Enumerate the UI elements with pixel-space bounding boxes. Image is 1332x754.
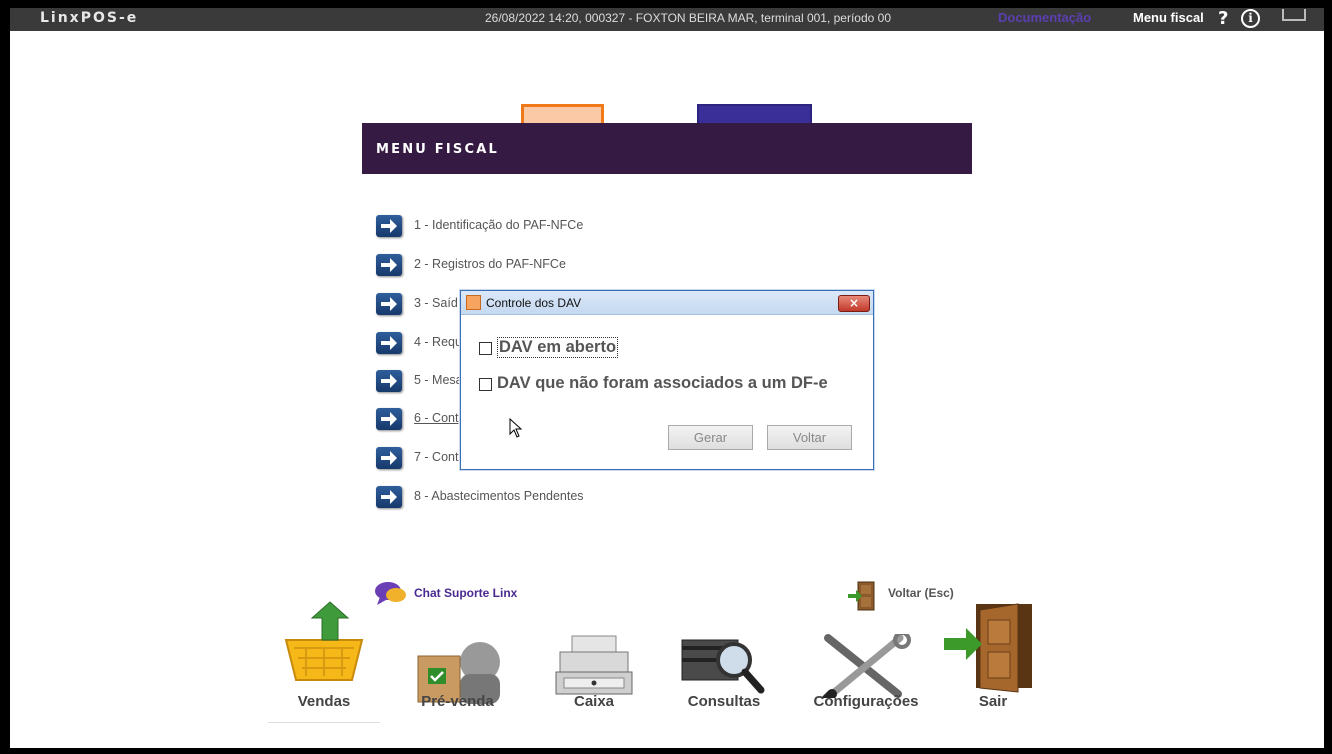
checkbox[interactable]: [479, 378, 492, 391]
voltar-button[interactable]: Voltar: [767, 425, 852, 450]
divider: [268, 722, 380, 723]
arrow-right-icon: [376, 293, 402, 315]
caixa-button[interactable]: Caixa: [544, 600, 644, 720]
menu-item-2[interactable]: 2 - Registros do PAF-NFCe: [376, 254, 936, 278]
app-logo: LinxPOS-e: [40, 10, 139, 26]
vendas-label: Vendas: [297, 693, 351, 710]
help-icon[interactable]: ?: [1218, 8, 1228, 29]
cash-register-icon: [555, 635, 633, 695]
menu-item-label: 5 - Mesa: [414, 373, 463, 387]
close-button[interactable]: ×: [838, 295, 870, 312]
checkbox-label[interactable]: DAV que não foram associados a um DF-e: [497, 374, 828, 393]
pre-venda-button[interactable]: Pré-venda: [400, 600, 515, 720]
checkbox[interactable]: [479, 342, 492, 355]
menu-item-label: 6 - Cont: [414, 411, 459, 425]
info-icon[interactable]: i: [1241, 9, 1260, 28]
screen: LinxPOS-e 26/08/2022 14:20, 000327 - FOX…: [10, 8, 1324, 748]
configuracoes-button[interactable]: Configurações: [802, 600, 930, 720]
arrow-right-icon: [376, 254, 402, 276]
menu-fiscal-link[interactable]: Menu fiscal: [1133, 10, 1204, 25]
arrow-right-icon: [376, 370, 402, 392]
menu-title: MENU FISCAL: [376, 142, 499, 157]
menu-item-8[interactable]: 8 - Abastecimentos Pendentes: [376, 486, 936, 510]
arrow-right-icon: [376, 447, 402, 469]
top-bar: LinxPOS-e 26/08/2022 14:20, 000327 - FOX…: [10, 8, 1324, 31]
menu-item-1[interactable]: 1 - Identificação do PAF-NFCe: [376, 215, 936, 239]
arrow-right-icon: [376, 332, 402, 354]
checkbox-label[interactable]: DAV em aberto: [497, 337, 619, 358]
magnifier-icon: [681, 639, 765, 694]
sair-button[interactable]: Sair: [938, 600, 1048, 720]
menu-item-label: 1 - Identificação do PAF-NFCe: [414, 218, 584, 232]
pre-venda-label: Pré-venda: [421, 693, 494, 710]
arrow-right-icon: [376, 408, 402, 430]
tools-icon: [821, 634, 911, 698]
menu-item-label: 4 - Requ: [414, 335, 462, 349]
consultas-button[interactable]: Consultas: [674, 600, 774, 720]
configuracoes-label: Configurações: [813, 693, 919, 710]
mouse-cursor-icon: [509, 418, 523, 438]
menu-item-label: 3 - Saíd: [414, 296, 458, 310]
vendas-button[interactable]: Vendas: [268, 600, 380, 720]
app-window-icon: [466, 295, 481, 310]
consultas-label: Consultas: [687, 693, 761, 710]
dialog-body: DAV em aberto DAV que não foram associad…: [465, 315, 869, 465]
voltar-esc-label: Voltar (Esc): [888, 586, 954, 600]
menu-item-label: 7 - Cont: [414, 450, 459, 464]
arrow-right-icon: [376, 215, 402, 237]
documentation-link[interactable]: Documentação: [998, 10, 1091, 25]
menu-item-label: 8 - Abastecimentos Pendentes: [414, 489, 584, 503]
minimize-icon[interactable]: [1282, 9, 1306, 21]
basket-icon: [284, 601, 364, 681]
session-info: 26/08/2022 14:20, 000327 - FOXTON BEIRA …: [485, 11, 892, 25]
sair-label: Sair: [978, 693, 1008, 710]
caixa-label: Caixa: [573, 693, 615, 710]
dialog-title-bar[interactable]: Controle dos DAV ×: [461, 291, 873, 315]
dav-dialog: Controle dos DAV × DAV em aberto DAV que…: [460, 290, 874, 470]
dialog-title: Controle dos DAV: [486, 296, 582, 310]
arrow-right-icon: [376, 486, 402, 508]
menu-item-label: 2 - Registros do PAF-NFCe: [414, 257, 566, 271]
chat-support-label: Chat Suporte Linx: [414, 586, 518, 600]
menu-header: MENU FISCAL: [362, 123, 972, 174]
gerar-button[interactable]: Gerar: [668, 425, 753, 450]
exit-door-icon: [944, 603, 1032, 693]
